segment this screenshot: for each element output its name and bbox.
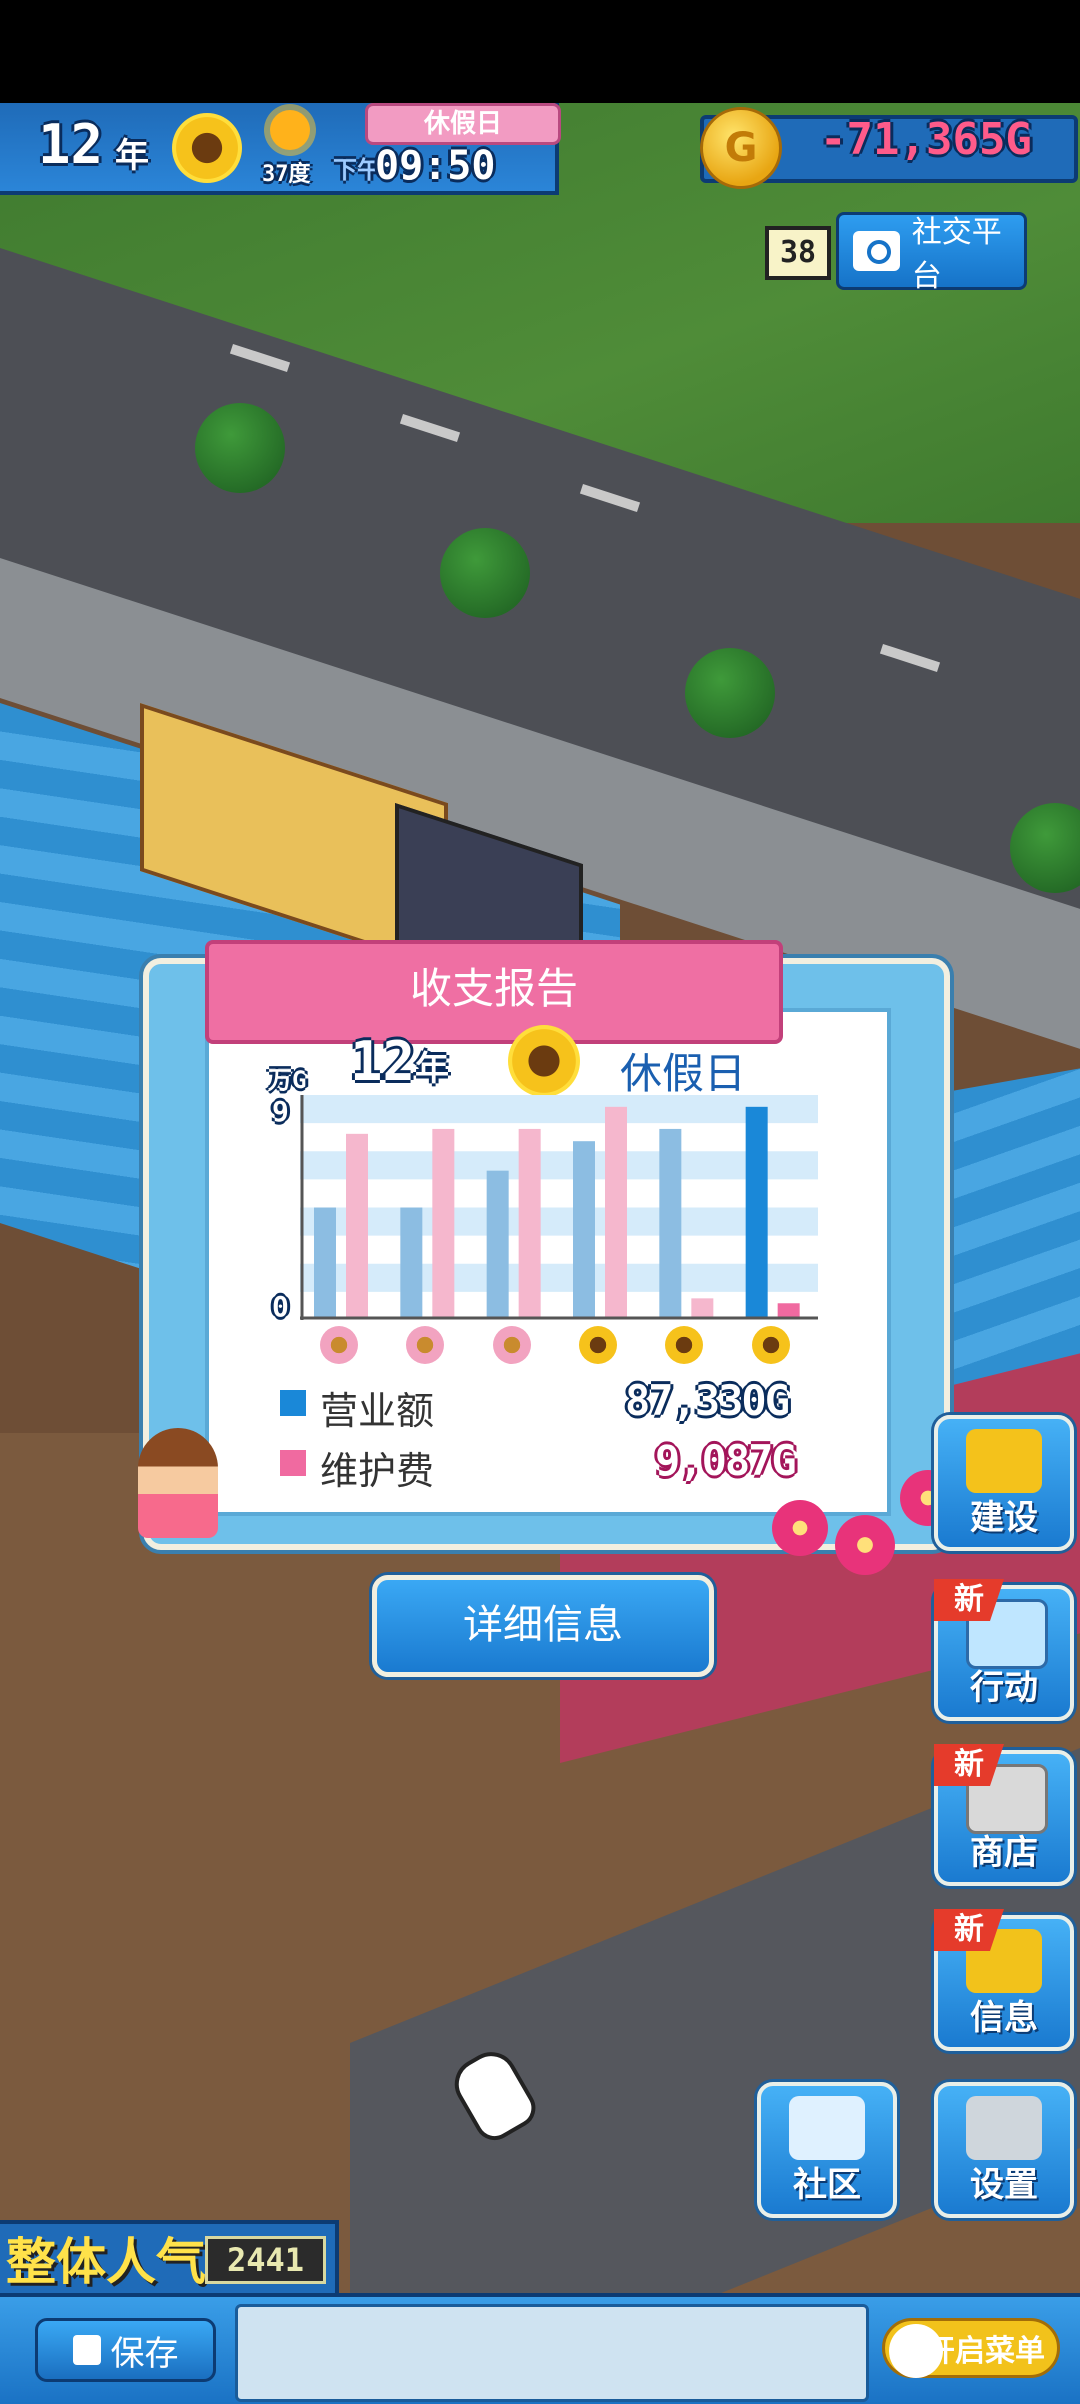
legend-swatch-revenue: [280, 1390, 306, 1416]
popularity-value: 2441: [205, 2236, 326, 2284]
legend-label-maintenance: 维护费: [320, 1449, 435, 1493]
popularity-label: 整体人气: [6, 2233, 206, 2291]
sunflower-icon: [751, 1326, 790, 1364]
camera-icon: [853, 231, 900, 271]
build-label: 建设: [970, 1498, 1038, 1538]
report-title-ribbon: 收支报告: [205, 940, 783, 1044]
tree: [685, 648, 775, 738]
y-axis-max-label: 9: [272, 1095, 289, 1128]
community-button[interactable]: 社区: [757, 2082, 897, 2218]
revenue-bar: [314, 1207, 336, 1318]
revenue-bar: [573, 1141, 595, 1318]
info-label: 信息: [970, 1998, 1038, 2038]
clock-time: 09:50: [375, 143, 496, 189]
social-platform-button[interactable]: 社交平台: [836, 212, 1027, 294]
status-bar: [0, 0, 1080, 103]
menu-toggle-label: 开启菜单: [925, 2334, 1045, 2369]
grid-band: [300, 1207, 818, 1236]
sunflower-season-icon: [172, 113, 242, 183]
maintenance-value: 9,087G: [655, 1436, 797, 1485]
revenue-bar: [659, 1128, 682, 1318]
action-label: 行动: [970, 1668, 1038, 1708]
settings-label: 设置: [970, 2165, 1038, 2205]
report-day-type: 休假日: [620, 1049, 747, 1098]
report-title: 收支报告: [409, 964, 578, 1013]
save-button[interactable]: 保存: [35, 2318, 216, 2382]
legend-label-revenue: 营业额: [320, 1389, 435, 1433]
year-value: 12: [38, 113, 104, 176]
maintenance-bar: [346, 1133, 368, 1318]
sunflower-icon: [579, 1326, 617, 1364]
edit-icon: [72, 2335, 101, 2365]
wrench-icon: [966, 2096, 1042, 2160]
community-icon: [789, 2096, 865, 2160]
report-year-value: 12: [350, 1030, 416, 1093]
excavator-icon: [966, 1429, 1042, 1493]
grid-band: [300, 1151, 818, 1180]
detail-info-button[interactable]: 详细信息: [372, 1575, 714, 1677]
hibiscus-flower: [835, 1515, 895, 1575]
mascot-girl: [138, 1428, 218, 1538]
maintenance-bar: [605, 1106, 627, 1318]
holiday-badge: 休假日: [365, 103, 561, 145]
save-label: 保存: [110, 2333, 179, 2374]
social-platform-label: 社交平台: [911, 215, 1002, 294]
flower-icon: [492, 1326, 531, 1364]
hibiscus-flower: [772, 1500, 828, 1556]
legend-swatch-maintenance: [280, 1450, 306, 1476]
shop-button[interactable]: 新 商店: [934, 1744, 1074, 1886]
maintenance-bar: [518, 1128, 541, 1318]
settings-button[interactable]: 设置: [934, 2082, 1074, 2218]
revenue-bar: [745, 1106, 768, 1318]
year-unit: 年: [115, 136, 149, 176]
social-count-badge: 38: [765, 226, 831, 280]
community-label: 社区: [793, 2165, 861, 2205]
open-menu-toggle[interactable]: 开启菜单: [882, 2318, 1060, 2378]
gold-coin-icon: G: [700, 107, 782, 189]
sunflower-season-icon: [508, 1025, 580, 1097]
x-axis-icons: [300, 1326, 818, 1366]
toggle-knob: [889, 2324, 943, 2378]
report-year-unit: 年: [415, 1049, 450, 1089]
revenue-bar: [486, 1170, 509, 1318]
revenue-value: 87,330G: [625, 1376, 790, 1425]
sunflower-icon: [665, 1326, 704, 1364]
grid-band: [300, 1095, 818, 1124]
tree: [440, 528, 530, 618]
shop-label: 商店: [970, 1833, 1038, 1873]
tree: [195, 403, 285, 493]
ampm-label: 下午: [333, 156, 381, 184]
build-button[interactable]: 建设: [934, 1415, 1074, 1551]
report-year: 12年: [350, 1030, 449, 1093]
temperature: 37度: [262, 162, 311, 187]
money-value: -71,365G: [820, 114, 1032, 165]
y-axis-min-label: 0: [272, 1290, 289, 1323]
sunny-weather-icon: [270, 110, 310, 150]
action-button[interactable]: 新 行动: [934, 1579, 1074, 1721]
revenue-bar: [400, 1207, 423, 1318]
message-field: [235, 2304, 869, 2402]
revenue-chart: [300, 1095, 818, 1320]
grid-band: [300, 1263, 818, 1292]
maintenance-bar: [777, 1303, 800, 1318]
maintenance-bar: [691, 1298, 714, 1318]
info-button[interactable]: 新 信息: [934, 1909, 1074, 2051]
y-axis-unit: 万G: [268, 1066, 307, 1094]
flower-icon: [406, 1326, 445, 1364]
maintenance-bar: [432, 1128, 455, 1318]
flower-icon: [320, 1326, 358, 1364]
